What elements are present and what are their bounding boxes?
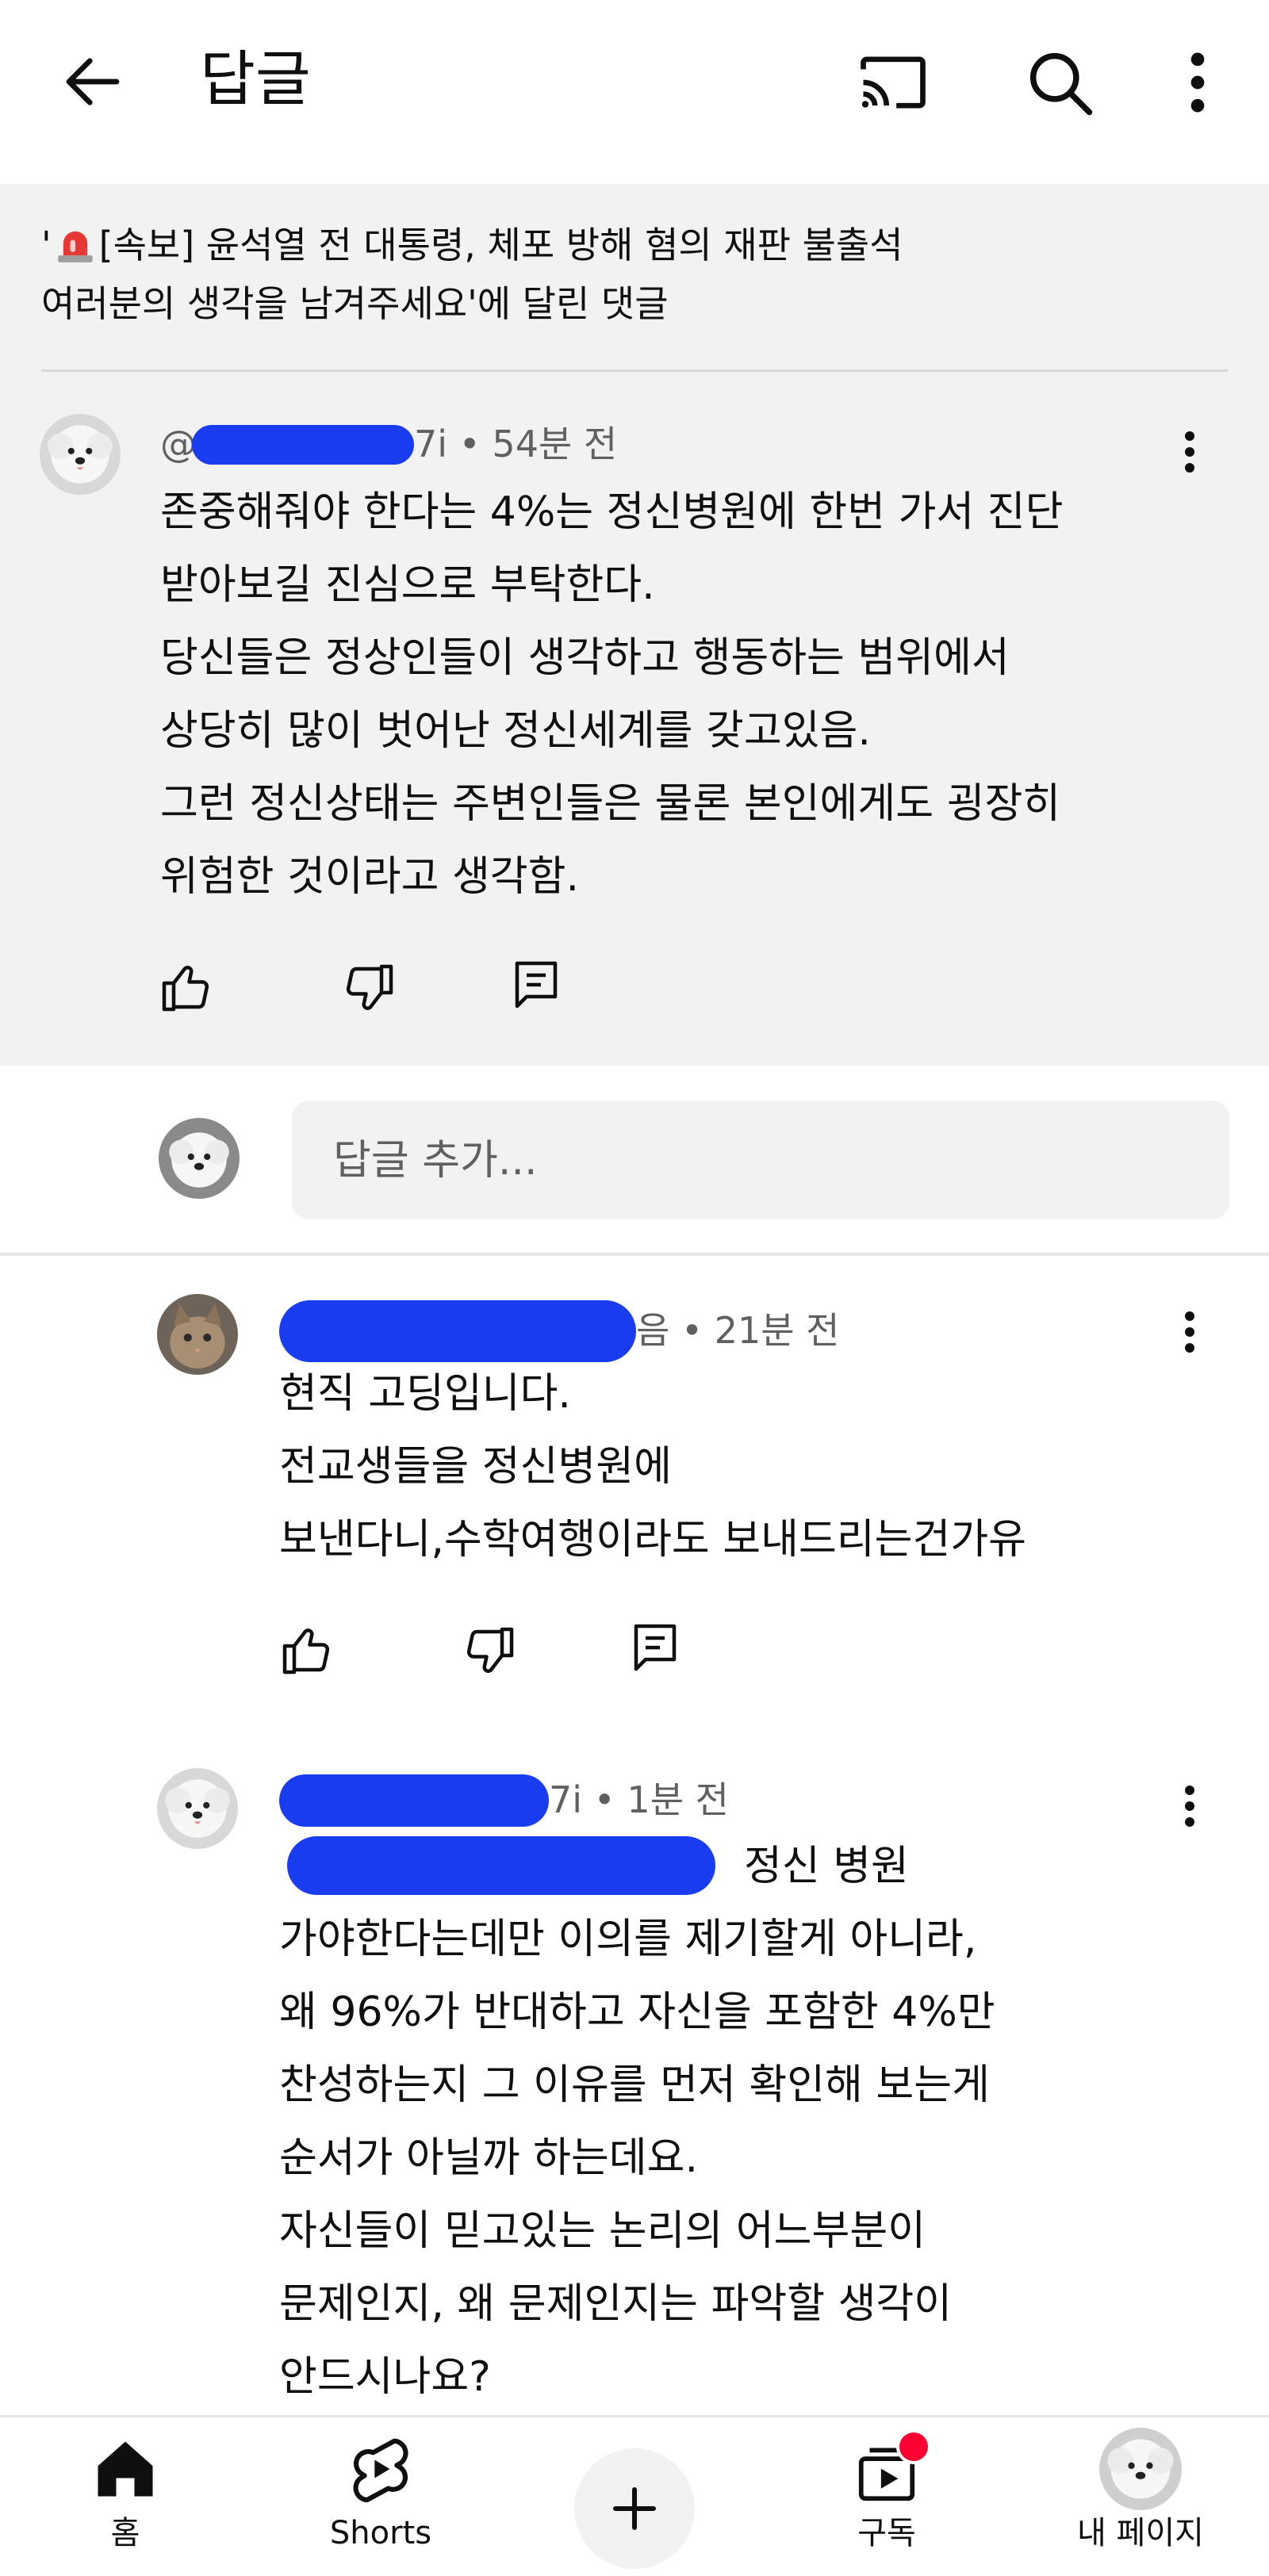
comment-more-icon[interactable] [1174,1778,1206,1834]
nav-my-page-label[interactable]: 내 페이지 [1045,2513,1236,2553]
dislike-icon[interactable] [341,959,398,1016]
search-icon[interactable] [1020,43,1099,122]
comment-more-icon[interactable] [1174,1304,1206,1360]
back-arrow-icon[interactable] [57,46,128,117]
reply-input-placeholder[interactable]: 답글 추가... [333,1134,537,1188]
handle-tail[interactable]: 음 [636,1309,669,1352]
siren-emoji-icon [57,231,93,262]
my-avatar [159,1118,240,1199]
shorts-icon[interactable] [344,2431,417,2507]
redacted-mention [287,1836,715,1895]
more-vert-icon[interactable] [1166,43,1229,122]
redacted-handle [192,425,414,465]
like-icon[interactable] [278,1622,335,1679]
comment-time: • 1분 전 [582,1778,729,1821]
profile-avatar-icon[interactable] [1099,2428,1182,2510]
comment-text: 가야한다는데만 이의를 제기할게 아니라, 왜 96%가 반대하고 자신을 포함… [279,1916,995,2401]
redacted-handle [279,1774,549,1827]
comment-meta: 음 • 21분 전 [279,1300,840,1362]
home-icon[interactable] [89,2432,162,2505]
comment-more-icon[interactable] [1174,424,1206,480]
comment-meta: @7i • 54분 전 [160,423,618,465]
comment-text: 현직 고딩입니다. 전교생들을 정신병원에 보낸다니,수학여행이라도 보내드리는… [279,1370,1027,1564]
divider [41,369,1228,372]
page-title: 답글 [200,44,311,114]
mention-trailing-text: 정신 병원 [744,1843,909,1890]
handle-tail[interactable]: 7i [549,1778,582,1821]
avatar[interactable] [157,1294,238,1375]
source-suffix: 여러분의 생각을 남겨주세요'에 달린 댓글 [41,282,669,325]
reply-comment-icon[interactable] [627,1619,684,1676]
handle-tail[interactable]: 7i [414,423,447,465]
nav-subscriptions-label[interactable]: 구독 [792,2513,982,2553]
dislike-icon[interactable] [462,1622,519,1679]
comment-time: • 54분 전 [447,423,618,465]
cast-icon[interactable] [853,43,933,122]
redacted-handle [279,1300,636,1362]
like-icon[interactable] [157,959,214,1016]
source-video-reference[interactable]: ' [속보] 윤석열 전 대통령, 체포 방해 혐의 재판 불출석 여러분의 생… [41,216,1231,333]
plus-icon [613,2487,656,2530]
divider [0,1253,1269,1256]
avatar[interactable] [157,1768,238,1849]
source-video-title: [속보] 윤석열 전 대통령, 체포 방해 혐의 재판 불출석 [98,224,903,266]
comment-time: • 21분 전 [669,1309,840,1352]
nav-shorts-label[interactable]: Shorts [286,2513,476,2553]
comment-text: 존중해줘야 한다는 4%는 정신병원에 한번 가서 진단 받아보길 진심으로 부… [160,488,1064,901]
nav-home-label[interactable]: 홈 [30,2513,220,2553]
notification-dot [896,2429,931,2464]
avatar[interactable] [40,414,121,495]
comment-meta: 7i • 1분 전 [279,1774,729,1827]
reply-comment-icon[interactable] [508,956,565,1013]
